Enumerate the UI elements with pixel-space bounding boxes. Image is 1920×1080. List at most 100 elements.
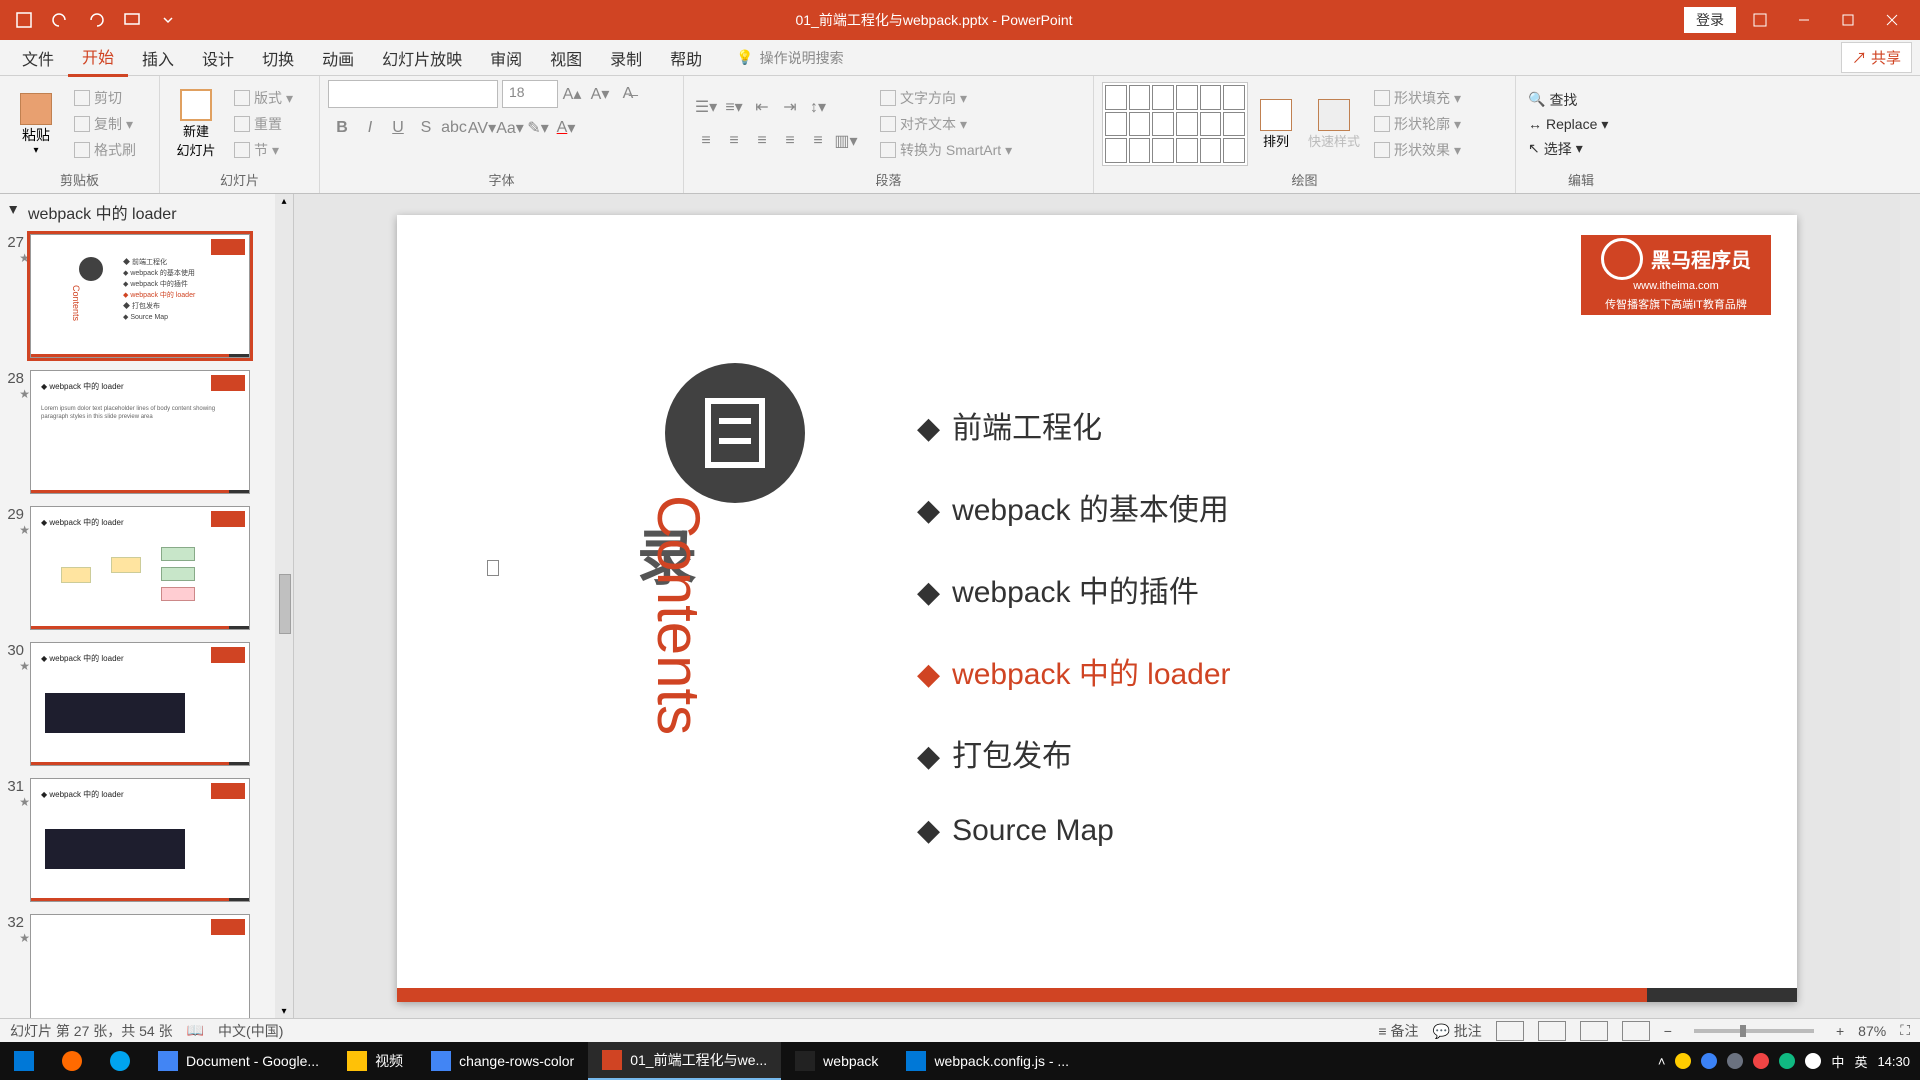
taskbar-app-1[interactable] [48, 1042, 96, 1080]
taskbar-window[interactable]: webpack [781, 1042, 892, 1080]
taskbar-window[interactable]: 视频 [333, 1042, 417, 1080]
shape-effects-button[interactable]: 形状效果 ▾ [1370, 138, 1465, 162]
align-center-icon[interactable]: ≡ [720, 127, 748, 155]
strike-icon[interactable]: S [412, 114, 440, 142]
arrange-button[interactable]: 排列 [1254, 82, 1298, 166]
decrease-indent-icon[interactable]: ⇤ [748, 93, 776, 121]
taskbar-window[interactable]: Document - Google... [144, 1042, 333, 1080]
justify-icon[interactable]: ≡ [776, 127, 804, 155]
redo-icon[interactable] [80, 4, 112, 36]
shape-fill-button[interactable]: 形状填充 ▾ [1370, 86, 1465, 110]
tab-insert[interactable]: 插入 [128, 40, 188, 76]
find-button[interactable]: 🔍 查找 [1524, 88, 1612, 112]
slide-canvas[interactable]: 黑马程序员 www.itheima.com 传智播客旗下高端IT教育品牌 录 C… [294, 194, 1900, 1022]
tray-icon[interactable] [1753, 1053, 1769, 1069]
slideshow-view-icon[interactable] [1622, 1021, 1650, 1041]
shape-outline-button[interactable]: 形状轮廓 ▾ [1370, 112, 1465, 136]
format-painter-button[interactable]: 格式刷 [70, 138, 140, 162]
sorter-view-icon[interactable] [1538, 1021, 1566, 1041]
smartart-button[interactable]: 转换为 SmartArt ▾ [876, 138, 1016, 162]
new-slide-button[interactable]: 新建 幻灯片 [168, 82, 224, 166]
replace-button[interactable]: ↔ Replace ▾ [1524, 114, 1612, 135]
tab-record[interactable]: 录制 [596, 40, 656, 76]
text-direction-button[interactable]: 文字方向 ▾ [876, 86, 1016, 110]
thumbnail-scrollbar[interactable]: ▴ ▾ [275, 194, 293, 1022]
increase-font-icon[interactable]: A▴ [558, 80, 586, 108]
columns-icon[interactable]: ▥▾ [832, 127, 860, 155]
font-color-icon[interactable]: A▾ [552, 114, 580, 142]
align-right-icon[interactable]: ≡ [748, 127, 776, 155]
distribute-icon[interactable]: ≡ [804, 127, 832, 155]
start-button[interactable] [0, 1042, 48, 1080]
undo-icon[interactable] [44, 4, 76, 36]
taskbar-window[interactable]: webpack.config.js - ... [892, 1042, 1083, 1080]
decrease-font-icon[interactable]: A▾ [586, 80, 614, 108]
tray-icon[interactable] [1779, 1053, 1795, 1069]
numbering-icon[interactable]: ≡▾ [720, 93, 748, 121]
section-header[interactable]: webpack 中的 loader [0, 194, 293, 230]
minimize-icon[interactable] [1784, 4, 1824, 36]
zoom-in-icon[interactable]: + [1836, 1023, 1844, 1039]
tab-file[interactable]: 文件 [8, 40, 68, 76]
slide-thumbnail[interactable]: ◆ webpack 中的 loader [30, 778, 250, 902]
language-indicator[interactable]: 中文(中国) [218, 1021, 283, 1041]
start-from-beginning-icon[interactable] [116, 4, 148, 36]
slide-thumbnail[interactable]: ◆ webpack 中的 loader [30, 642, 250, 766]
reset-button[interactable]: 重置 [230, 112, 297, 136]
ribbon-display-icon[interactable] [1740, 4, 1780, 36]
slide-thumbnail[interactable] [30, 914, 250, 1022]
char-spacing-icon[interactable]: AV▾ [468, 114, 496, 142]
shapes-gallery[interactable] [1102, 82, 1248, 166]
notes-button[interactable]: ≡ 备注 [1378, 1021, 1418, 1041]
tell-me-search[interactable]: 💡 操作说明搜索 [736, 48, 843, 68]
section-button[interactable]: 节 ▾ [230, 138, 297, 162]
tray-icon[interactable] [1805, 1053, 1821, 1069]
spelling-icon[interactable]: 📖 [187, 1022, 204, 1039]
tab-help[interactable]: 帮助 [656, 40, 716, 76]
taskbar-window[interactable]: 01_前端工程化与we... [588, 1042, 781, 1080]
clock[interactable]: 14:30 [1877, 1054, 1910, 1069]
ime-mode[interactable]: 英 [1854, 1052, 1867, 1071]
underline-icon[interactable]: U [384, 114, 412, 142]
save-icon[interactable] [8, 4, 40, 36]
paste-button[interactable]: 粘贴▾ [8, 82, 64, 166]
align-left-icon[interactable]: ≡ [692, 127, 720, 155]
zoom-out-icon[interactable]: − [1664, 1023, 1672, 1039]
zoom-slider[interactable] [1694, 1029, 1814, 1033]
close-icon[interactable] [1872, 4, 1912, 36]
cut-button[interactable]: 剪切 [70, 86, 140, 110]
font-size-combo[interactable]: 18 [502, 80, 558, 108]
tab-view[interactable]: 视图 [536, 40, 596, 76]
tab-review[interactable]: 审阅 [476, 40, 536, 76]
maximize-icon[interactable] [1828, 4, 1868, 36]
select-button[interactable]: ↖ 选择 ▾ [1524, 137, 1612, 161]
tab-transitions[interactable]: 切换 [248, 40, 308, 76]
clear-format-icon[interactable]: A̶ [614, 80, 642, 108]
bold-icon[interactable]: B [328, 114, 356, 142]
tray-icon[interactable] [1701, 1053, 1717, 1069]
slide-thumbnail[interactable]: Contents◆ 前端工程化◆ webpack 的基本使用◆ webpack … [30, 234, 250, 358]
italic-icon[interactable]: I [356, 114, 384, 142]
bullets-icon[interactable]: ☰▾ [692, 93, 720, 121]
qat-more-icon[interactable] [152, 4, 184, 36]
ime-indicator[interactable]: 中 [1831, 1052, 1844, 1071]
comments-button[interactable]: 💬 批注 [1432, 1021, 1481, 1041]
increase-indent-icon[interactable]: ⇥ [776, 93, 804, 121]
change-case-icon[interactable]: Aa▾ [496, 114, 524, 142]
slide-thumbnail[interactable]: ◆ webpack 中的 loaderLorem ipsum dolor tex… [30, 370, 250, 494]
tab-home[interactable]: 开始 [68, 38, 128, 77]
tab-slideshow[interactable]: 幻灯片放映 [368, 40, 476, 76]
taskbar-window[interactable]: change-rows-color [417, 1042, 588, 1080]
slide-thumbnail[interactable]: ◆ webpack 中的 loader [30, 506, 250, 630]
tray-chevron-icon[interactable]: ˄ [1658, 1054, 1666, 1069]
quick-styles-button[interactable]: 快速样式 [1304, 82, 1364, 166]
fit-window-icon[interactable]: ⛶ [1900, 1022, 1910, 1039]
reading-view-icon[interactable] [1580, 1021, 1608, 1041]
tab-design[interactable]: 设计 [188, 40, 248, 76]
line-spacing-icon[interactable]: ↕▾ [804, 93, 832, 121]
shadow-icon[interactable]: abc [440, 114, 468, 142]
copy-button[interactable]: 复制 ▾ [70, 112, 140, 136]
font-family-combo[interactable] [328, 80, 498, 108]
layout-button[interactable]: 版式 ▾ [230, 86, 297, 110]
tray-icon[interactable] [1727, 1053, 1743, 1069]
